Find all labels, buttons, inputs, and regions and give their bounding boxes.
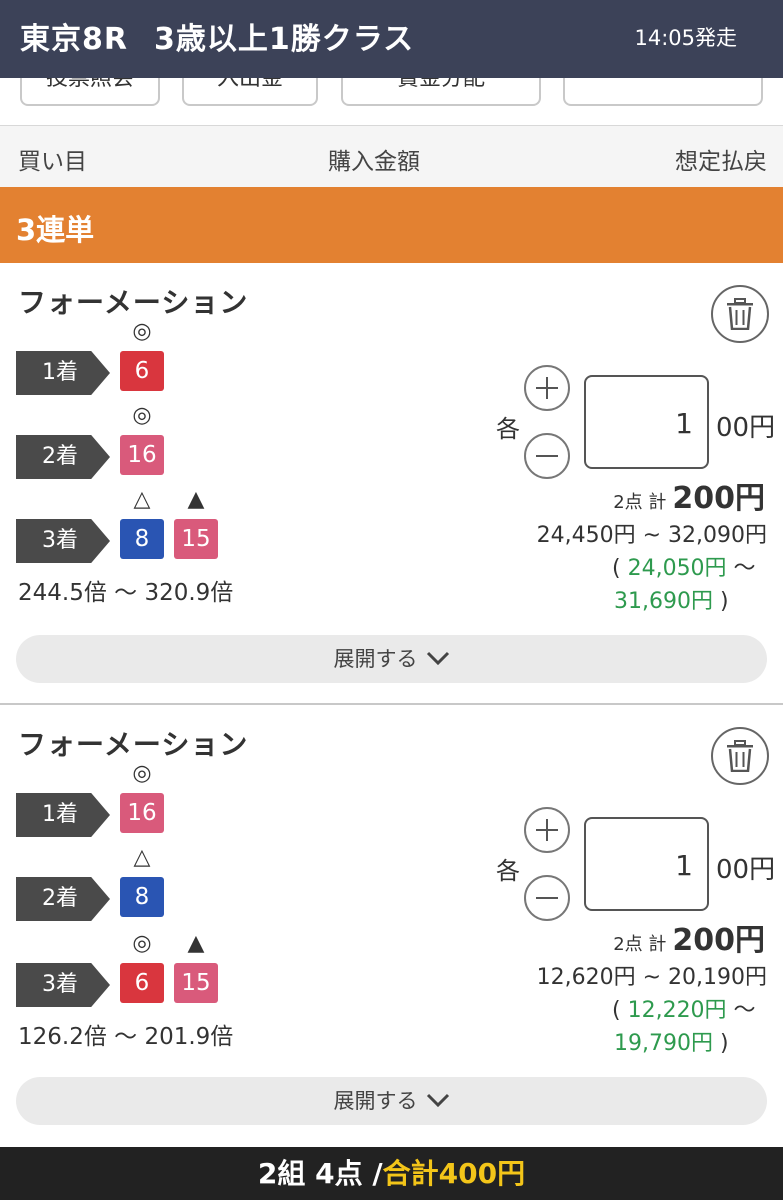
horse-number: 6 xyxy=(120,351,164,391)
total-value: 200円 xyxy=(672,923,765,958)
payout-net-min-value: 12,220円 xyxy=(627,998,727,1023)
order-summary-bar: 2組 4点 /合計400円 xyxy=(0,1147,783,1200)
bet-type-title: 3連単 xyxy=(16,213,95,247)
prediction-mark: ◎ xyxy=(132,403,152,428)
prediction-mark: ◎ xyxy=(132,319,152,344)
odds-range: 126.2倍 〜 201.9倍 xyxy=(18,1024,234,1050)
horse-number: 16 xyxy=(120,793,164,833)
column-headers: 買い目 購入金額 想定払戻 xyxy=(0,125,783,188)
expand-label: 展開する xyxy=(333,647,418,671)
prediction-mark: ▲ xyxy=(187,487,205,512)
amount-unit: 00円 xyxy=(716,855,776,885)
horse-number: 16 xyxy=(120,435,164,475)
increment-button[interactable] xyxy=(524,807,570,853)
place-1st-tag: 1着 xyxy=(16,793,110,837)
points-label: 2点 計 xyxy=(613,934,667,955)
prediction-mark: ◎ xyxy=(132,761,152,786)
payout-net-max: 19,790円 ) xyxy=(614,1031,729,1056)
trash-icon xyxy=(727,298,753,330)
total-amount: 2点 計 200円 xyxy=(613,473,765,517)
summary-count: 2組 4点 / xyxy=(257,1157,383,1190)
bet-card: フォーメーション 1着 ◎ 6 2着 ◎ 16 3着 △ 8 ▲ 15 244.… xyxy=(0,263,783,703)
amount-input[interactable]: 1 xyxy=(584,375,709,469)
col-bet: 買い目 xyxy=(18,149,87,175)
place-2nd-tag: 2着 xyxy=(16,435,110,479)
decrement-button[interactable] xyxy=(524,433,570,479)
payout-net-min: ( 12,220円 〜 xyxy=(612,998,756,1023)
race-class: 3歳以上1勝クラス xyxy=(153,22,415,57)
payout-net-max-value: 19,790円 xyxy=(614,1031,713,1056)
place-2nd-tag: 2着 xyxy=(16,877,110,921)
race-name: 東京8R xyxy=(20,22,128,57)
chevron-down-icon xyxy=(426,651,449,666)
bet-type-section: 3連単 xyxy=(0,187,783,263)
bet-method-title: フォーメーション xyxy=(18,286,249,319)
expand-label: 展開する xyxy=(333,1089,418,1113)
payout-range: 24,450円 ~ 32,090円 xyxy=(536,523,767,548)
summary-total: 合計400円 xyxy=(382,1157,526,1190)
race-title: 東京8R 3歳以上1勝クラス xyxy=(20,14,414,58)
delete-button[interactable] xyxy=(711,727,769,785)
increment-button[interactable] xyxy=(524,365,570,411)
race-header: 東京8R 3歳以上1勝クラス 14:05発走 xyxy=(0,0,783,78)
payout-range: 12,620円 ~ 20,190円 xyxy=(536,965,767,990)
horse-number: 8 xyxy=(120,877,164,917)
prediction-mark: ◎ xyxy=(132,931,152,956)
amount-unit: 00円 xyxy=(716,413,776,443)
post-time: 14:05発走 xyxy=(634,26,737,50)
place-1st-tag: 1着 xyxy=(16,351,110,395)
each-label: 各 xyxy=(496,415,520,443)
amount-input[interactable]: 1 xyxy=(584,817,709,911)
payout-net-max: 31,690円 ) xyxy=(614,589,729,614)
payout-net-max-value: 31,690円 xyxy=(614,589,713,614)
chevron-down-icon xyxy=(426,1093,449,1108)
each-label: 各 xyxy=(496,857,520,885)
total-amount: 2点 計 200円 xyxy=(613,915,765,959)
horse-number: 8 xyxy=(120,519,164,559)
bet-card: フォーメーション 1着 ◎ 16 2着 △ 8 3着 ◎ 6 ▲ 15 126.… xyxy=(0,705,783,1145)
place-3rd-tag: 3着 xyxy=(16,519,110,563)
expand-button[interactable]: 展開する xyxy=(16,635,767,683)
total-value: 200円 xyxy=(672,481,765,516)
horse-number: 15 xyxy=(174,963,218,1003)
horse-number: 15 xyxy=(174,519,218,559)
prediction-mark: ▲ xyxy=(187,931,205,956)
prediction-mark: △ xyxy=(133,845,151,870)
col-payout: 想定払戻 xyxy=(675,149,767,175)
payout-net-min: ( 24,050円 〜 xyxy=(612,556,756,581)
points-label: 2点 計 xyxy=(613,492,667,513)
decrement-button[interactable] xyxy=(524,875,570,921)
place-3rd-tag: 3着 xyxy=(16,963,110,1007)
delete-button[interactable] xyxy=(711,285,769,343)
prediction-mark: △ xyxy=(133,487,151,512)
payout-net-min-value: 24,050円 xyxy=(627,556,727,581)
col-amount: 購入金額 xyxy=(328,149,420,175)
horse-number: 6 xyxy=(120,963,164,1003)
trash-icon xyxy=(727,740,753,772)
odds-range: 244.5倍 〜 320.9倍 xyxy=(18,580,234,606)
bet-method-title: フォーメーション xyxy=(18,728,249,761)
expand-button[interactable]: 展開する xyxy=(16,1077,767,1125)
